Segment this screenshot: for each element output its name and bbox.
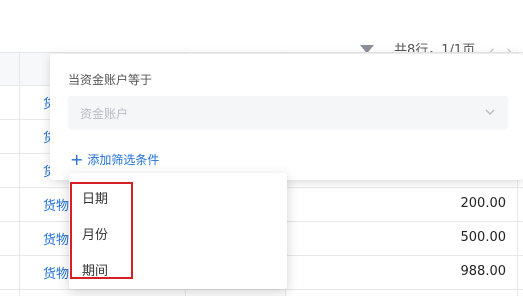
add-filter-condition-label: 添加筛选条件 — [87, 153, 160, 167]
select-placeholder: 资金账户 — [80, 107, 129, 121]
plus-icon: + — [70, 150, 84, 169]
table-toolbar: 共8行，1/1页 ‹ › — [0, 16, 523, 60]
add-filter-condition-button[interactable]: + 添加筛选条件 — [70, 150, 159, 169]
column-divider — [19, 52, 20, 296]
cell-amount: 200.00 — [460, 196, 507, 211]
cell-amount: 500.00 — [460, 230, 507, 245]
filter-condition-label: 当资金账户等于 — [68, 73, 153, 87]
cell-type[interactable]: 货物 — [43, 195, 69, 214]
cell-type[interactable]: 货物 — [43, 263, 69, 282]
fund-account-select[interactable]: 资金账户 — [68, 96, 508, 130]
chevron-down-icon — [485, 109, 495, 115]
cell-type[interactable]: 货物 — [43, 229, 69, 248]
cell-amount: 988.00 — [460, 264, 507, 279]
filter-panel: 当资金账户等于 资金账户 + 添加筛选条件 — [50, 54, 523, 180]
highlight-box — [70, 182, 133, 279]
top-bar — [0, 0, 523, 17]
